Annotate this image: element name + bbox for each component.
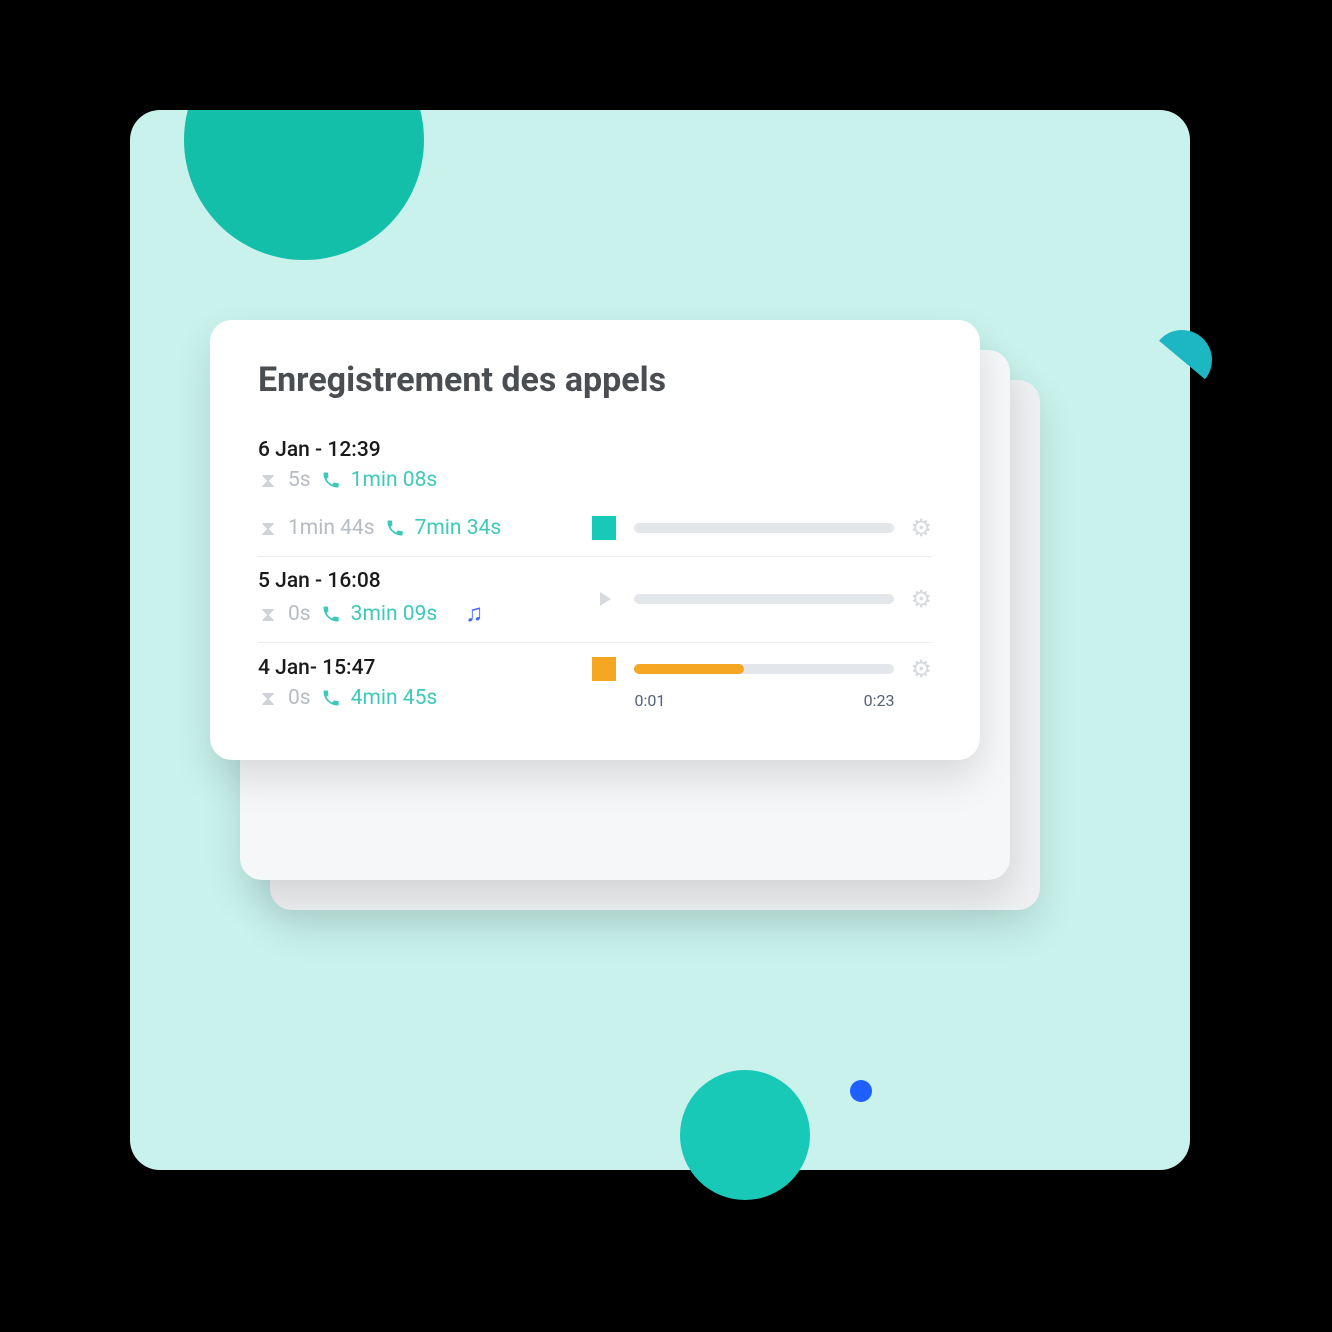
progress-fill — [634, 664, 743, 674]
gear-icon[interactable]: ⚙ — [910, 585, 932, 613]
stop-button[interactable] — [590, 514, 618, 542]
recording-row: 4 Jan- 15:47 ⧗ 0s 4min 45s ⚙ — [258, 642, 932, 724]
card-title: Enregistrement des appels — [258, 360, 932, 400]
wait-time: 0s — [288, 686, 311, 710]
stop-button[interactable] — [590, 655, 618, 683]
hourglass-icon: ⧗ — [258, 602, 278, 626]
phone-icon — [385, 518, 405, 538]
decor-circle-large — [184, 20, 424, 260]
recording-date: 4 Jan- 15:47 — [258, 656, 437, 680]
hourglass-icon: ⧗ — [258, 516, 278, 540]
wait-time: 5s — [288, 468, 311, 492]
phone-icon — [321, 470, 341, 490]
decor-circle-small — [680, 1070, 810, 1200]
recording-date: 6 Jan - 12:39 — [258, 438, 932, 462]
recordings-card: Enregistrement des appels 6 Jan - 12:39 … — [210, 320, 980, 760]
call-duration: 7min 34s — [415, 516, 502, 540]
wait-time: 0s — [288, 602, 311, 626]
decor-dot — [850, 1080, 872, 1102]
gear-icon[interactable]: ⚙ — [910, 655, 932, 683]
phone-icon — [321, 604, 341, 624]
progress-track[interactable] — [634, 664, 894, 674]
progress-track[interactable] — [634, 594, 894, 604]
call-duration: 1min 08s — [351, 468, 438, 492]
hourglass-icon: ⧗ — [258, 686, 278, 710]
progress-track[interactable] — [634, 523, 894, 533]
recording-row: 6 Jan - 12:39 ⧗ 5s 1min 08s ⧗ 1min 44s 7… — [258, 426, 932, 556]
total-time: 0:23 — [864, 691, 895, 710]
wait-time: 1min 44s — [288, 516, 375, 540]
call-duration: 3min 09s — [351, 602, 438, 626]
phone-icon — [321, 688, 341, 708]
elapsed-time: 0:01 — [634, 691, 665, 710]
recording-date: 5 Jan - 16:08 — [258, 569, 483, 593]
gear-icon[interactable]: ⚙ — [910, 514, 932, 542]
call-duration: 4min 45s — [351, 686, 438, 710]
music-icon: ♫ — [465, 599, 483, 628]
play-button[interactable] — [590, 585, 618, 613]
hourglass-icon: ⧗ — [258, 468, 278, 492]
recording-row: 5 Jan - 16:08 ⧗ 0s 3min 09s ♫ ⚙ — [258, 556, 932, 642]
